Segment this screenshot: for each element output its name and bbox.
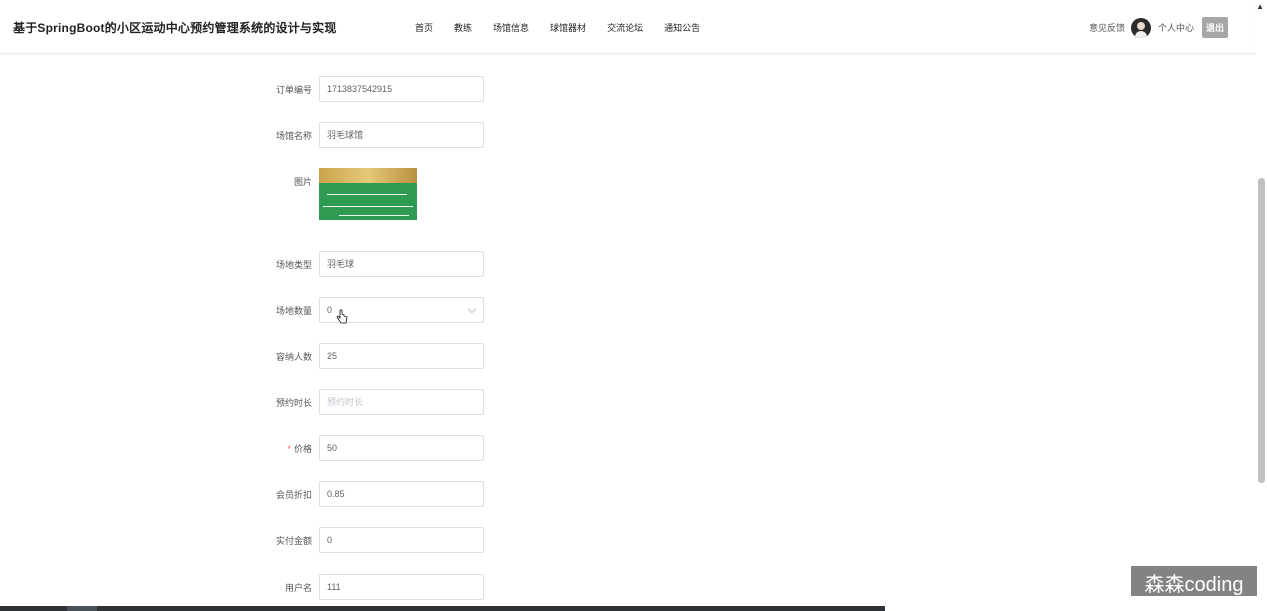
duration-field[interactable]: 预约时长: [319, 389, 484, 415]
username-label: 用户名: [284, 583, 312, 593]
actual-amount-label: 实付金额: [275, 536, 312, 546]
site-title: 基于SpringBoot的小区运动中心预约管理系统的设计与实现: [13, 21, 337, 35]
row-username: 用户名 111: [0, 574, 500, 600]
venue-count-value: 0: [327, 305, 333, 315]
price-label: * 价格: [287, 444, 312, 454]
member-discount-label: 会员折扣: [275, 490, 312, 500]
scroll-up-arrow-icon[interactable]: ▲: [1256, 2, 1264, 11]
main-nav: 首页 教练 场馆信息 球馆器材 交流论坛 通知公告: [415, 21, 721, 34]
row-venue-count: 场地数量 0: [0, 297, 500, 323]
hand-pointer-icon: [336, 309, 348, 324]
logout-button[interactable]: 退出: [1201, 17, 1228, 38]
required-mark: *: [287, 444, 291, 454]
venue-type-label: 场地类型: [275, 260, 312, 270]
capacity-label: 容纳人数: [275, 352, 312, 362]
vertical-scrollbar[interactable]: [1258, 178, 1265, 483]
venue-type-field[interactable]: 羽毛球: [319, 251, 484, 277]
actual-amount-field[interactable]: 0: [319, 527, 484, 553]
row-price: * 价格 50: [0, 435, 500, 461]
username-field[interactable]: 111: [319, 574, 484, 600]
venue-name-label: 场馆名称: [275, 131, 312, 141]
capacity-field[interactable]: 25: [319, 343, 484, 369]
row-actual-amount: 实付金额 0: [0, 527, 500, 553]
taskbar-strip: [0, 606, 885, 611]
nav-venue-info[interactable]: 场馆信息: [493, 21, 529, 34]
chevron-down-icon: [467, 304, 477, 314]
member-discount-field[interactable]: 0.85: [319, 481, 484, 507]
nav-coach[interactable]: 教练: [454, 21, 472, 34]
venue-name-field[interactable]: 羽毛球馆: [319, 122, 484, 148]
watermark: 森森coding: [1131, 566, 1257, 596]
duration-label: 预约时长: [275, 398, 312, 408]
user-area: 意见反馈 个人中心 退出: [1089, 17, 1228, 38]
personal-center-link[interactable]: 个人中心: [1158, 21, 1194, 34]
image-label: 图片: [293, 177, 312, 187]
venue-count-label: 场地数量: [275, 306, 312, 316]
row-image: 图片: [0, 168, 500, 194]
price-field[interactable]: 50: [319, 435, 484, 461]
nav-forum[interactable]: 交流论坛: [607, 21, 643, 34]
row-venue-name: 场馆名称 羽毛球馆: [0, 122, 500, 148]
row-venue-type: 场地类型 羽毛球: [0, 251, 500, 277]
nav-notice[interactable]: 通知公告: [664, 21, 700, 34]
order-no-field[interactable]: 1713837542915: [319, 76, 484, 102]
nav-home[interactable]: 首页: [415, 21, 433, 34]
row-capacity: 容纳人数 25: [0, 343, 500, 369]
feedback-link[interactable]: 意见反馈: [1089, 21, 1125, 34]
order-no-label: 订单编号: [275, 85, 312, 95]
avatar[interactable]: [1130, 17, 1151, 38]
row-order-no: 订单编号 1713837542915: [0, 76, 500, 102]
row-duration: 预约时长 预约时长: [0, 389, 500, 415]
nav-equipment[interactable]: 球馆器材: [550, 21, 586, 34]
top-header: 基于SpringBoot的小区运动中心预约管理系统的设计与实现 首页 教练 场馆…: [0, 0, 1255, 54]
row-member-discount: 会员折扣 0.85: [0, 481, 500, 507]
venue-image[interactable]: [319, 168, 417, 220]
